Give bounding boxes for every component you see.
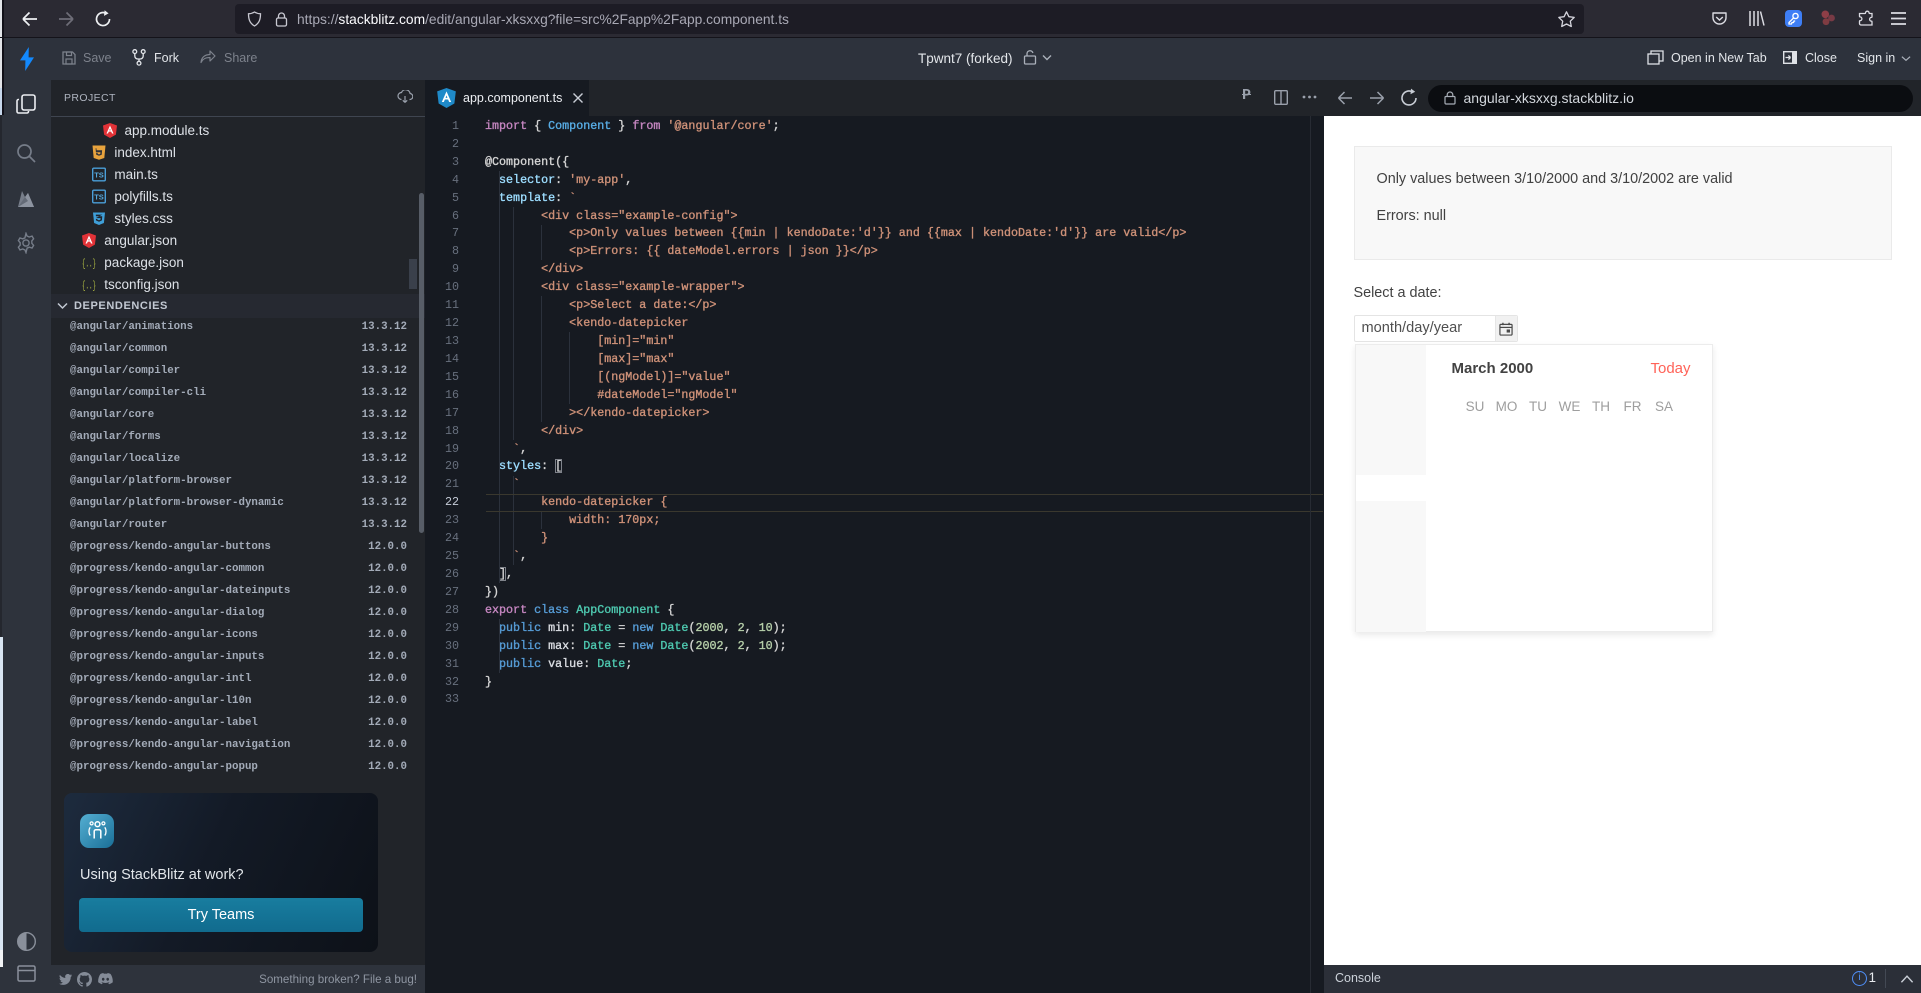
svg-text:TS: TS — [95, 171, 105, 180]
svg-text:{..}: {..} — [82, 281, 96, 293]
svg-text:TS: TS — [95, 193, 105, 202]
svg-text:{..}: {..} — [82, 259, 96, 271]
